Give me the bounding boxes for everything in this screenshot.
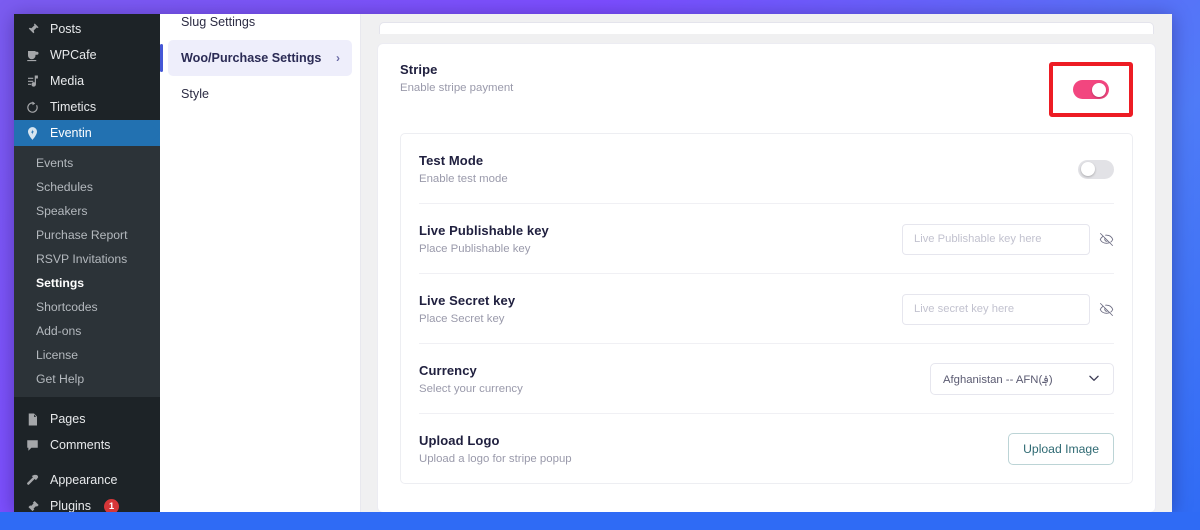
row-live-secret-key-text: Live Secret key Place Secret key <box>419 293 515 325</box>
sidebar-item-media[interactable]: Media <box>14 68 160 94</box>
row-title: Test Mode <box>419 153 484 168</box>
sidebar-item-label: Media <box>50 74 85 88</box>
cafe-icon <box>24 47 41 64</box>
row-subtitle: Place Publishable key <box>419 243 531 255</box>
pin-icon <box>24 21 41 38</box>
upload-image-button[interactable]: Upload Image <box>1008 433 1114 465</box>
live-secret-key-field-group <box>902 293 1114 325</box>
chevron-right-icon: › <box>336 51 340 65</box>
sidebar-item-eventin[interactable]: Eventin <box>14 120 160 146</box>
currency-select[interactable]: Afghanistan -- AFN(؋) <box>930 363 1114 395</box>
toggle-knob <box>1081 162 1095 176</box>
content-top-strip <box>379 22 1154 34</box>
submenu-item-license[interactable]: License <box>14 343 160 367</box>
sidebar-item-label: Eventin <box>50 126 92 140</box>
submenu-item-events[interactable]: Events <box>14 151 160 175</box>
settings-nav-label: Woo/Purchase Settings <box>181 51 322 65</box>
settings-nav-label: Slug Settings <box>181 15 256 29</box>
row-currency: Currency Select your currency Afghanista… <box>419 344 1114 414</box>
submenu-item-shortcodes[interactable]: Shortcodes <box>14 295 160 319</box>
settings-nav-item-woo-purchase-settings[interactable]: Woo/Purchase Settings › <box>160 40 352 76</box>
plugins-icon <box>24 498 41 513</box>
sidebar-item-label: Appearance <box>50 473 118 487</box>
settings-nav-item-style[interactable]: Style <box>168 76 352 112</box>
submenu-item-speakers[interactable]: Speakers <box>14 199 160 223</box>
stripe-toggle-highlight-box <box>1049 62 1133 117</box>
submenu-item-add-ons[interactable]: Add-ons <box>14 319 160 343</box>
pages-icon <box>24 411 41 428</box>
sidebar-item-posts[interactable]: Posts <box>14 16 160 42</box>
submenu-item-rsvp-invitations[interactable]: RSVP Invitations <box>14 247 160 271</box>
currency-selected-value: Afghanistan -- AFN(؋) <box>943 373 1053 386</box>
stripe-enable-toggle[interactable] <box>1073 80 1109 99</box>
eye-off-icon[interactable] <box>1099 232 1114 247</box>
bottom-accent-bar <box>0 512 1200 530</box>
comments-icon <box>24 437 41 454</box>
timetics-icon <box>24 99 41 116</box>
stripe-settings-panel: Stripe Enable stripe payment Test Mode E… <box>377 43 1156 512</box>
sidebar-divider-2 <box>14 458 160 467</box>
sidebar-item-label: Timetics <box>50 100 97 114</box>
sidebar-item-label: Posts <box>50 22 82 36</box>
media-icon <box>24 73 41 90</box>
row-live-publishable-key: Live Publishable key Place Publishable k… <box>419 204 1114 274</box>
row-subtitle: Upload a logo for stripe popup <box>419 453 572 465</box>
stripe-subtitle: Enable stripe payment <box>400 82 514 94</box>
appearance-icon <box>24 472 41 489</box>
sidebar-divider <box>14 397 160 406</box>
toggle-knob <box>1092 82 1106 97</box>
submenu-item-get-help[interactable]: Get Help <box>14 367 160 391</box>
sidebar-item-wpcafe[interactable]: WPCafe <box>14 42 160 68</box>
sidebar-item-label: Comments <box>50 438 111 452</box>
sidebar-item-label: Plugins <box>50 499 91 512</box>
main-content: Stripe Enable stripe payment Test Mode E… <box>361 14 1172 512</box>
submenu-item-schedules[interactable]: Schedules <box>14 175 160 199</box>
settings-nav-panel: Slug Settings Woo/Purchase Settings › St… <box>160 14 361 512</box>
stripe-title: Stripe <box>400 62 438 77</box>
sidebar-item-plugins[interactable]: Plugins 1 <box>14 493 160 512</box>
app-frame: Posts WPCafe Media Timetics Eventin Even… <box>14 14 1172 512</box>
eventin-icon <box>24 125 41 142</box>
sidebar-item-appearance[interactable]: Appearance <box>14 467 160 493</box>
row-test-mode-text: Test Mode Enable test mode <box>419 153 508 185</box>
submenu-item-settings[interactable]: Settings <box>14 271 160 295</box>
row-live-publishable-key-text: Live Publishable key Place Publishable k… <box>419 223 549 255</box>
test-mode-toggle[interactable] <box>1078 159 1114 179</box>
live-publishable-key-field-group <box>902 223 1114 255</box>
row-upload-logo: Upload Logo Upload a logo for stripe pop… <box>419 414 1114 483</box>
settings-nav-label: Style <box>181 87 209 101</box>
row-subtitle: Enable test mode <box>419 173 508 185</box>
eventin-submenu: Events Schedules Speakers Purchase Repor… <box>14 146 160 397</box>
sidebar-item-label: Pages <box>50 412 86 426</box>
chevron-down-icon <box>1087 371 1101 387</box>
row-title: Upload Logo <box>419 433 500 448</box>
stripe-header-text: Stripe Enable stripe payment <box>400 62 513 94</box>
row-test-mode: Test Mode Enable test mode <box>419 134 1114 204</box>
row-upload-logo-text: Upload Logo Upload a logo for stripe pop… <box>419 433 572 465</box>
submenu-item-purchase-report[interactable]: Purchase Report <box>14 223 160 247</box>
sidebar-item-comments[interactable]: Comments <box>14 432 160 458</box>
row-subtitle: Select your currency <box>419 383 523 395</box>
row-currency-text: Currency Select your currency <box>419 363 523 395</box>
settings-nav-item-slug-settings[interactable]: Slug Settings <box>168 14 352 40</box>
live-secret-key-input[interactable] <box>902 293 1090 325</box>
plugins-update-badge: 1 <box>104 498 119 512</box>
live-publishable-key-input[interactable] <box>902 223 1090 255</box>
row-live-secret-key: Live Secret key Place Secret key <box>419 274 1114 344</box>
row-subtitle: Place Secret key <box>419 313 505 325</box>
sidebar-item-pages[interactable]: Pages <box>14 406 160 432</box>
eye-off-icon[interactable] <box>1099 302 1114 317</box>
wordpress-admin-sidebar: Posts WPCafe Media Timetics Eventin Even… <box>14 14 160 512</box>
stripe-options-card: Test Mode Enable test mode Live Publisha… <box>400 133 1133 484</box>
sidebar-item-label: WPCafe <box>50 48 97 62</box>
row-title: Live Publishable key <box>419 223 549 238</box>
stripe-header-row: Stripe Enable stripe payment <box>400 62 1133 133</box>
row-title: Live Secret key <box>419 293 516 308</box>
row-title: Currency <box>419 363 477 378</box>
sidebar-item-timetics[interactable]: Timetics <box>14 94 160 120</box>
